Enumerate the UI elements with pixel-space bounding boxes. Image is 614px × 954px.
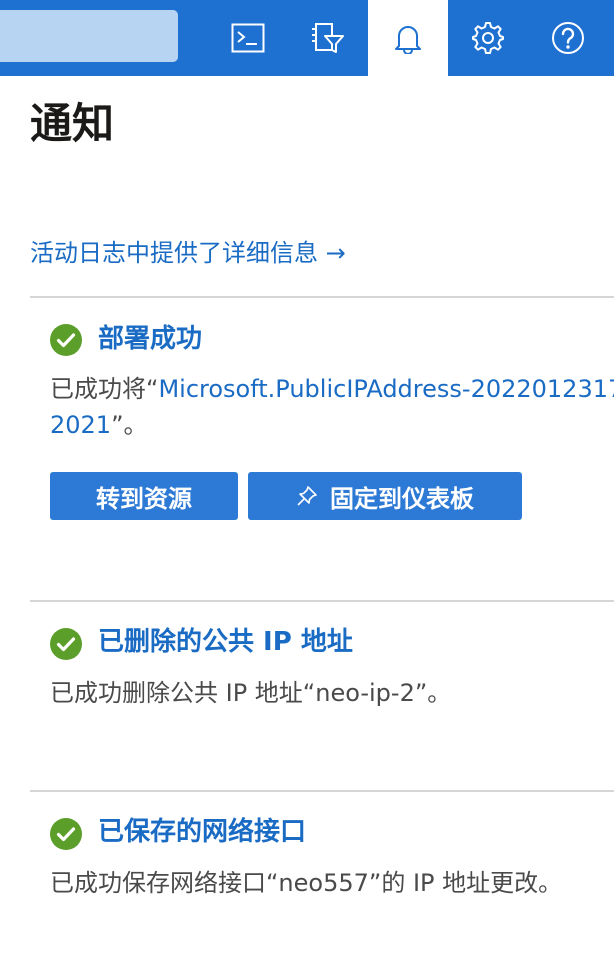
top-bar xyxy=(0,0,614,76)
resource-link-continued[interactable]: 2021 xyxy=(50,411,111,439)
body-suffix: ”。 xyxy=(111,411,148,439)
search-box[interactable] xyxy=(0,10,178,62)
pin-to-dashboard-button[interactable]: 固定到仪表板 xyxy=(248,472,522,520)
activity-log-link[interactable]: 活动日志中提供了详细信息 → xyxy=(30,236,346,270)
divider xyxy=(30,790,614,792)
pin-to-dashboard-label: 固定到仪表板 xyxy=(330,484,474,513)
body-prefix: 已成功将“ xyxy=(50,375,159,403)
directory-filter-button[interactable] xyxy=(288,0,368,76)
help-button[interactable] xyxy=(528,0,608,76)
page-title: 通知 xyxy=(30,99,115,148)
gear-icon xyxy=(472,22,504,54)
check-circle-icon xyxy=(50,628,82,660)
go-to-resource-label: 转到资源 xyxy=(96,484,192,513)
go-to-resource-button[interactable]: 转到资源 xyxy=(50,472,238,520)
cloud-shell-button[interactable] xyxy=(208,0,288,76)
notification-body-deployment: 已成功将“Microsoft.PublicIPAddress-202201231… xyxy=(50,371,614,443)
notification-title-deleted-ip[interactable]: 已删除的公共 IP 地址 xyxy=(98,624,353,660)
cloud-shell-icon xyxy=(231,23,265,53)
notifications-button[interactable] xyxy=(368,0,448,76)
resource-link[interactable]: Microsoft.PublicIPAddress-2022012317 xyxy=(158,375,614,403)
help-icon xyxy=(552,22,584,54)
notification-body-deleted-ip: 已成功删除公共 IP 地址“neo-ip-2”。 xyxy=(50,679,452,707)
notification-title-saved-nic[interactable]: 已保存的网络接口 xyxy=(98,814,306,850)
check-circle-icon xyxy=(50,818,82,850)
notification-body-saved-nic: 已成功保存网络接口“neo557”的 IP 地址更改。 xyxy=(50,869,563,897)
notification-title-deployment[interactable]: 部署成功 xyxy=(98,321,202,357)
pin-icon xyxy=(296,485,318,507)
directory-filter-icon xyxy=(312,23,344,53)
divider xyxy=(30,296,614,298)
divider xyxy=(30,600,614,602)
settings-button[interactable] xyxy=(448,0,528,76)
bell-icon xyxy=(395,26,421,54)
check-circle-icon xyxy=(50,324,82,356)
